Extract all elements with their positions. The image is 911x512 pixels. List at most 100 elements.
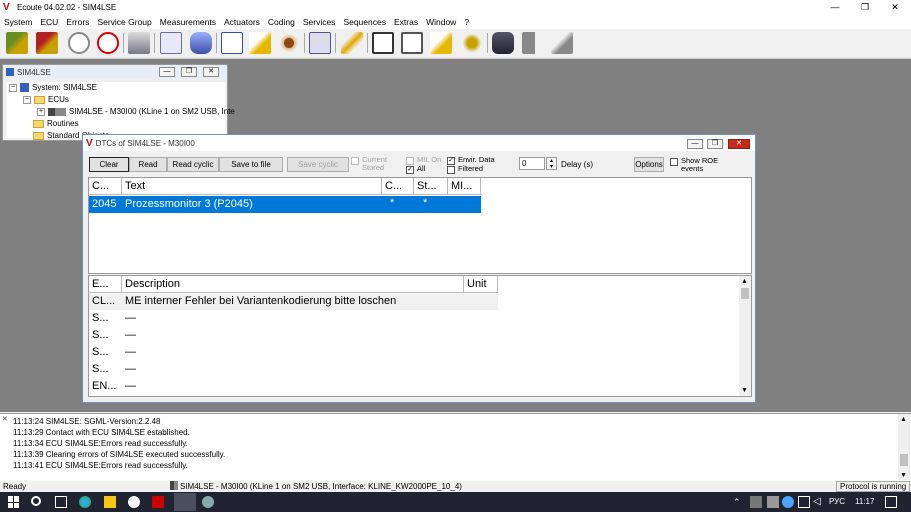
bluetooth-icon[interactable] <box>782 496 794 508</box>
menu-coding[interactable]: Coding <box>264 17 299 27</box>
column-header-code[interactable]: C... <box>89 178 122 195</box>
network-icon[interactable] <box>798 496 810 508</box>
language-indicator[interactable]: РУС <box>829 497 845 506</box>
minimize-button[interactable]: — <box>820 0 850 14</box>
column-header-unit[interactable]: Unit <box>464 276 498 293</box>
table-icon[interactable] <box>401 32 423 54</box>
column-header-env[interactable]: E... <box>89 276 122 293</box>
menu-system[interactable]: System <box>0 17 36 27</box>
current-stored-checkbox[interactable]: Current Stored <box>351 156 387 172</box>
menu-actuators[interactable]: Actuators <box>220 17 264 27</box>
dtc-close-button[interactable]: ✕ <box>728 139 750 149</box>
menu-services[interactable]: Services <box>299 17 340 27</box>
collapse-icon[interactable]: − <box>9 83 17 92</box>
ecoute-active-icon[interactable] <box>174 493 196 511</box>
edge-icon[interactable] <box>79 496 91 508</box>
column-header-text[interactable]: Text <box>122 178 382 195</box>
menu-window[interactable]: Window <box>422 17 460 27</box>
car-icon[interactable] <box>190 32 212 54</box>
app-taskbar-icon[interactable] <box>202 496 214 508</box>
tree-item-ecu[interactable]: + SIM4LSE - M30I00 (KLine 1 on SM2 USB, … <box>37 107 235 116</box>
save-cyclic-button[interactable]: Save cyclic <box>287 157 349 172</box>
edit-icon[interactable] <box>430 32 452 54</box>
disconnect-icon[interactable] <box>36 32 58 54</box>
close-button[interactable]: ✕ <box>880 0 910 14</box>
menu-service-group[interactable]: Service Group <box>93 17 155 27</box>
no-check-icon[interactable] <box>97 32 119 54</box>
table-row[interactable]: S... — <box>89 328 498 344</box>
binoculars-icon[interactable] <box>492 32 514 54</box>
sim-close-button[interactable]: ✕ <box>203 67 219 77</box>
menu-errors[interactable]: Errors <box>62 17 93 27</box>
tools-icon[interactable] <box>461 32 483 54</box>
tray-icon[interactable] <box>767 496 779 508</box>
tree-item-system[interactable]: − System: SIM4LSE <box>9 83 97 92</box>
sim-maximize-button[interactable]: ❐ <box>181 67 197 77</box>
yandex-icon[interactable] <box>128 496 140 508</box>
log-close-icon[interactable]: ✕ <box>2 415 8 423</box>
column-header-status[interactable]: St... <box>414 178 448 195</box>
tray-chevron-icon[interactable]: ⌃ <box>733 496 745 508</box>
sim-minimize-button[interactable]: — <box>159 67 175 77</box>
delay-input[interactable]: 0 <box>519 157 545 170</box>
search-icon[interactable] <box>31 496 41 506</box>
eye-icon[interactable] <box>278 32 300 54</box>
table-row[interactable]: EN... — <box>89 379 498 395</box>
pin-icon[interactable] <box>551 32 573 54</box>
table-row[interactable]: 2045 Prozessmonitor 3 (P2045) * * <box>89 196 481 213</box>
checkbox-box[interactable] <box>406 157 414 165</box>
tray-icon[interactable] <box>750 496 762 508</box>
vertical-scrollbar[interactable]: ▲ ▼ <box>739 276 751 396</box>
menu-ecu[interactable]: ECU <box>36 17 62 27</box>
task-view-icon[interactable] <box>55 496 67 508</box>
explorer-icon[interactable] <box>104 496 116 508</box>
column-header-mil[interactable]: MI... <box>448 178 481 195</box>
checkbox-box[interactable] <box>447 166 455 174</box>
table-row[interactable]: S... — <box>89 362 498 378</box>
checkbox-box[interactable] <box>351 157 359 165</box>
check-icon[interactable] <box>68 32 90 54</box>
ecoute-taskbar-icon[interactable] <box>152 496 164 508</box>
show-roe-checkbox[interactable]: Show ROE events <box>670 157 718 173</box>
doc-icon[interactable] <box>372 32 394 54</box>
read-button[interactable]: Read <box>129 157 167 172</box>
flash-icon[interactable] <box>341 32 363 54</box>
checkbox-box[interactable] <box>670 158 678 166</box>
check-mark-icon[interactable]: ✓ <box>406 166 414 174</box>
maximize-button[interactable]: ❐ <box>850 0 880 14</box>
scroll-thumb[interactable] <box>741 288 749 299</box>
save-to-file-button[interactable]: Save to file <box>219 157 283 172</box>
windows-start-icon[interactable] <box>8 496 20 508</box>
table-row[interactable]: CL... ME interner Fehler bei Variantenko… <box>89 294 498 310</box>
network-icon[interactable] <box>309 32 331 54</box>
column-header-c[interactable]: C... <box>382 178 414 195</box>
menu-sequences[interactable]: Sequences <box>339 17 390 27</box>
dtc-minimize-button[interactable]: — <box>687 139 703 149</box>
notifications-icon[interactable] <box>885 496 897 508</box>
report-icon[interactable] <box>160 32 182 54</box>
measure-icon[interactable] <box>221 32 243 54</box>
log-scrollbar[interactable]: ▲ ▼ <box>898 414 910 480</box>
read-cyclic-button[interactable]: Read cyclic <box>167 157 219 172</box>
check-mark-icon[interactable]: ✓ <box>447 157 455 165</box>
menu-measurements[interactable]: Measurements <box>156 17 220 27</box>
tree-item-ecus[interactable]: − ECUs <box>23 95 69 104</box>
delay-spinner[interactable]: ▴ ▾ <box>546 157 557 170</box>
table-row[interactable]: S... — <box>89 345 498 361</box>
ecu-icon[interactable] <box>128 32 150 54</box>
volume-icon[interactable]: ◁ <box>813 496 825 508</box>
forward-icon[interactable] <box>522 32 544 54</box>
tree-item-routines[interactable]: Routines <box>33 119 79 128</box>
column-header-description[interactable]: Description <box>122 276 464 293</box>
options-button[interactable]: Options <box>634 157 664 172</box>
table-row[interactable]: S... — <box>89 311 498 327</box>
collapse-icon[interactable]: − <box>23 95 31 104</box>
scroll-down-icon[interactable]: ▼ <box>741 387 748 394</box>
clock[interactable]: 11:17 <box>855 497 874 506</box>
export-icon[interactable] <box>249 32 271 54</box>
scroll-up-icon[interactable]: ▲ <box>900 416 907 423</box>
connect-icon[interactable] <box>6 32 28 54</box>
expand-icon[interactable]: + <box>37 107 45 116</box>
clear-button[interactable]: Clear <box>89 157 129 172</box>
dtc-maximize-button[interactable]: ❐ <box>707 139 723 149</box>
